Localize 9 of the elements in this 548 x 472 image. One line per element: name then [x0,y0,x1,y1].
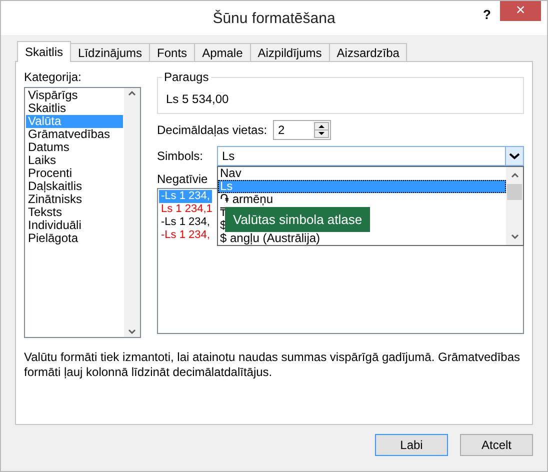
window-title: Šūnu formatēšana [212,10,336,26]
symbol-label: Simbols: [157,149,204,163]
category-label: Kategorija: [24,70,82,84]
tooltip: Valūtas simbola atlase [225,207,370,232]
description-text: Valūtu formāti tiek izmantoti, lai atainotu naudas summas vispārīgā gadījumā. Grāmatvedības formāti ļauj kolonnā līdzināt decimālatdalītājus. [24,350,522,380]
sample-label: Paraugs [162,70,211,84]
negative-label: Negatīvie [157,172,207,186]
sample-value: Ls 5 534,00 [166,92,229,106]
decimal-places-label: Decimāldaļas vietas: [157,123,268,137]
